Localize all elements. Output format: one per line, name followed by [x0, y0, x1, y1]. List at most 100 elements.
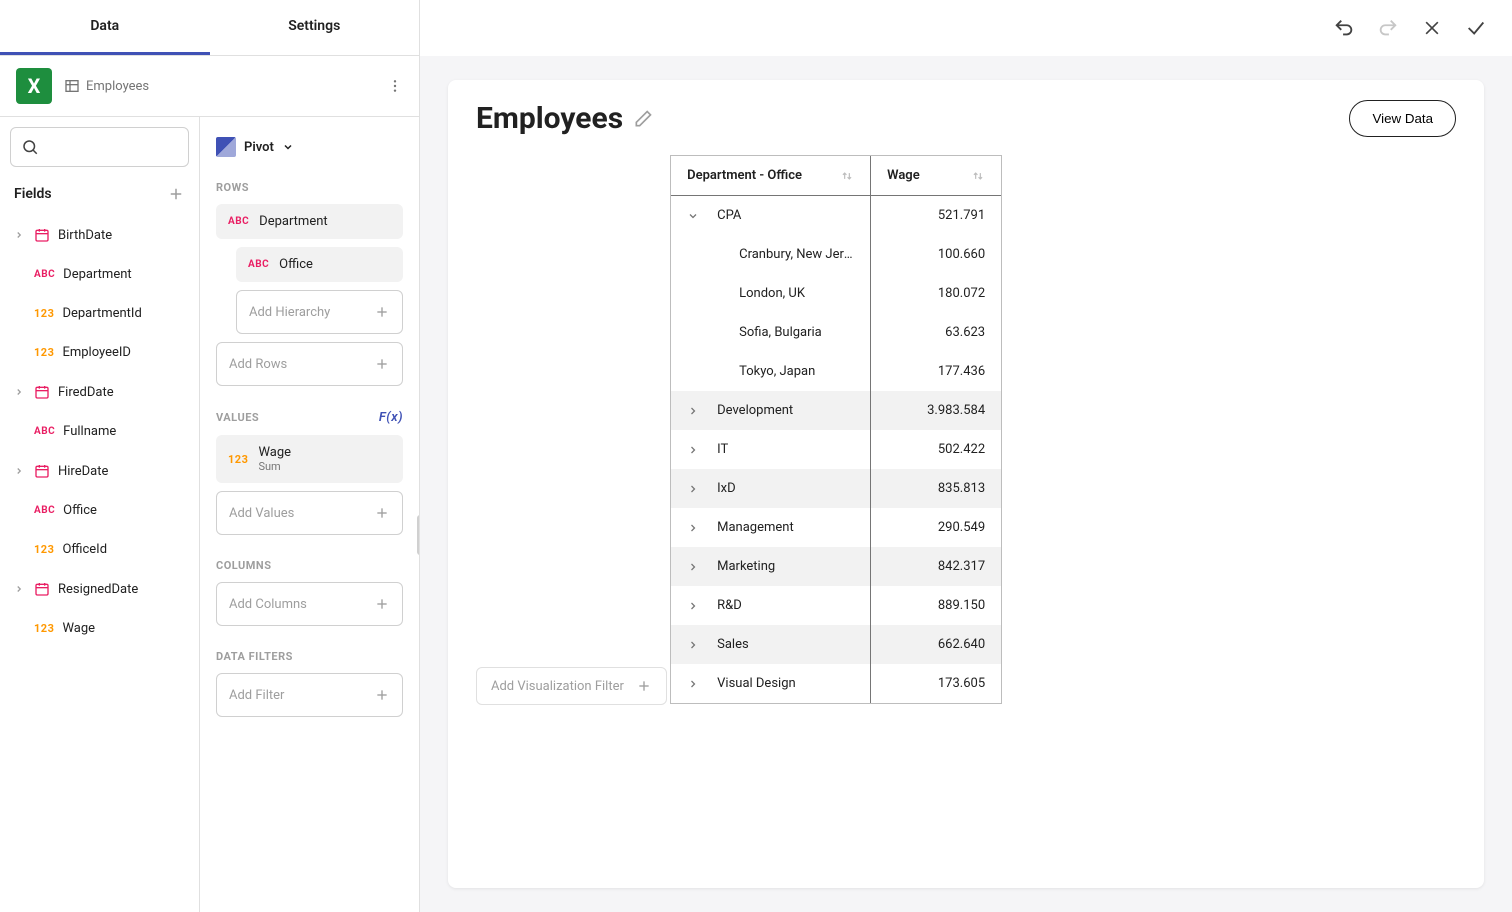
date-icon	[34, 227, 50, 243]
123-icon: 123	[34, 307, 54, 320]
abc-icon: ABC	[248, 259, 269, 270]
datasource-label[interactable]: Employees	[64, 78, 149, 94]
abc-icon: ABC	[34, 269, 55, 280]
plus-icon	[374, 505, 390, 521]
datasource-row: Employees	[0, 56, 419, 117]
abc-icon: ABC	[228, 216, 249, 227]
sidebar-tabs: Data Settings	[0, 0, 419, 56]
chevron-right-icon	[14, 466, 26, 476]
tab-settings[interactable]: Settings	[210, 0, 420, 55]
topbar	[420, 0, 1512, 56]
table-row[interactable]: Sofia, Bulgaria63.623	[671, 313, 1001, 352]
resize-handle[interactable]	[417, 515, 419, 555]
table-row[interactable]: Tokyo, Japan177.436	[671, 352, 1001, 391]
add-viz-filter-button[interactable]: Add Visualization Filter	[476, 667, 667, 705]
field-item[interactable]: ResignedDate	[10, 569, 189, 609]
value-chip-wage[interactable]: 123 Wage Sum	[216, 435, 403, 483]
abc-icon: ABC	[34, 426, 55, 437]
visualization-card: Employees View Data Add Visualization Fi…	[448, 80, 1484, 888]
plus-icon	[374, 356, 390, 372]
fields-header: Fields	[10, 179, 189, 215]
table-row[interactable]: Development3.983.584	[671, 391, 1001, 430]
plus-icon	[636, 678, 652, 694]
field-item[interactable]: BirthDate	[10, 215, 189, 255]
search-icon	[21, 138, 39, 156]
table-row[interactable]: Cranbury, New Jersey, U…100.660	[671, 235, 1001, 274]
table-row[interactable]: Management290.549	[671, 508, 1001, 547]
123-icon: 123	[34, 622, 54, 635]
field-item[interactable]: FiredDate	[10, 372, 189, 412]
sidebar: Data Settings Employees Fields	[0, 0, 420, 912]
add-columns-drop[interactable]: Add Columns	[216, 582, 403, 626]
add-hierarchy-drop[interactable]: Add Hierarchy	[236, 290, 403, 334]
chevron-right-icon[interactable]	[687, 522, 701, 534]
add-field-button[interactable]	[167, 185, 185, 203]
chevron-right-icon[interactable]	[687, 678, 701, 690]
values-section-label: VALUES F(x)	[216, 410, 403, 425]
columns-section-label: COLUMNS	[216, 559, 403, 572]
field-item[interactable]: HireDate	[10, 451, 189, 491]
plus-icon	[374, 687, 390, 703]
add-filter-drop[interactable]: Add Filter	[216, 673, 403, 717]
chevron-right-icon[interactable]	[687, 561, 701, 573]
chevron-right-icon	[14, 230, 26, 240]
123-icon: 123	[34, 346, 54, 359]
pivot-icon	[216, 137, 236, 157]
view-data-button[interactable]: View Data	[1349, 100, 1456, 137]
confirm-button[interactable]	[1456, 8, 1496, 48]
add-rows-drop[interactable]: Add Rows	[216, 342, 403, 386]
table-row[interactable]: Sales662.640	[671, 625, 1001, 664]
fx-button[interactable]: F(x)	[379, 410, 403, 425]
chevron-right-icon[interactable]	[687, 639, 701, 651]
column-header-wage[interactable]: Wage	[871, 156, 1001, 196]
field-item[interactable]: 123EmployeeID	[10, 333, 189, 372]
date-icon	[34, 581, 50, 597]
visualization-title: Employees	[476, 101, 653, 136]
chevron-right-icon	[14, 584, 26, 594]
123-icon: 123	[228, 453, 248, 466]
field-item[interactable]: ABCFullname	[10, 412, 189, 451]
table-row[interactable]: Visual Design173.605	[671, 664, 1001, 703]
filters-section-label: DATA FILTERS	[216, 650, 403, 663]
table-row[interactable]: London, UK180.072	[671, 274, 1001, 313]
field-item[interactable]: 123DepartmentId	[10, 294, 189, 333]
sort-icon[interactable]	[971, 169, 985, 183]
edit-title-button[interactable]	[633, 109, 653, 129]
plus-icon	[374, 596, 390, 612]
row-chip-department[interactable]: ABC Department	[216, 204, 403, 239]
chevron-down-icon[interactable]	[687, 210, 701, 222]
field-item[interactable]: 123Wage	[10, 609, 189, 648]
kebab-menu-icon[interactable]	[387, 78, 403, 94]
close-button[interactable]	[1412, 8, 1452, 48]
field-item[interactable]: 123OfficeId	[10, 530, 189, 569]
pivot-table: Department - Office Wage CPA521.791Cranb…	[670, 155, 1002, 704]
viz-type-selector[interactable]: Pivot	[216, 137, 403, 157]
table-row[interactable]: CPA521.791	[671, 196, 1001, 235]
config-column: Pivot ROWS ABC Department ABC Office Add…	[200, 117, 419, 912]
table-row[interactable]: IT502.422	[671, 430, 1001, 469]
redo-button[interactable]	[1368, 8, 1408, 48]
rows-section-label: ROWS	[216, 181, 403, 194]
fields-column: Fields BirthDateABCDepartment123Departme…	[0, 117, 200, 912]
chevron-right-icon[interactable]	[687, 600, 701, 612]
search-input[interactable]	[10, 127, 189, 167]
field-item[interactable]: ABCDepartment	[10, 255, 189, 294]
add-values-drop[interactable]: Add Values	[216, 491, 403, 535]
field-item[interactable]: ABCOffice	[10, 491, 189, 530]
table-row[interactable]: R&D889.150	[671, 586, 1001, 625]
excel-icon	[16, 68, 52, 104]
undo-button[interactable]	[1324, 8, 1364, 48]
tab-data[interactable]: Data	[0, 0, 210, 55]
column-header-department-office[interactable]: Department - Office	[671, 156, 871, 196]
chevron-right-icon[interactable]	[687, 444, 701, 456]
plus-icon	[374, 304, 390, 320]
abc-icon: ABC	[34, 505, 55, 516]
chevron-right-icon	[14, 387, 26, 397]
row-chip-office[interactable]: ABC Office	[236, 247, 403, 282]
sort-icon[interactable]	[840, 169, 854, 183]
chevron-right-icon[interactable]	[687, 483, 701, 495]
table-icon	[64, 78, 80, 94]
chevron-right-icon[interactable]	[687, 405, 701, 417]
table-row[interactable]: IxD835.813	[671, 469, 1001, 508]
table-row[interactable]: Marketing842.317	[671, 547, 1001, 586]
